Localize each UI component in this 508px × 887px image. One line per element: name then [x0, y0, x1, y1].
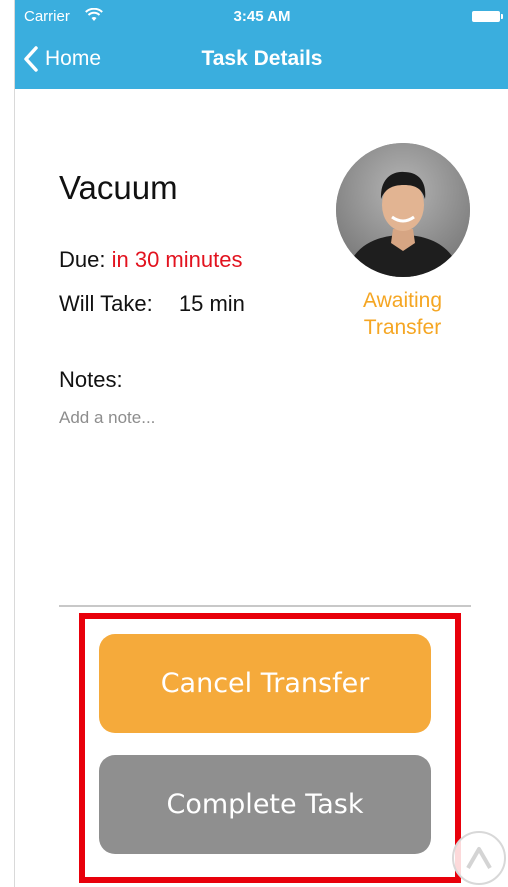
scroll-up-button[interactable]	[452, 831, 506, 885]
transfer-status-line: Awaiting	[363, 289, 442, 312]
complete-task-button[interactable]: Complete Task	[99, 755, 431, 854]
page-title: Task Details	[201, 47, 323, 70]
notes-input[interactable]	[59, 405, 439, 431]
duration-value: 15 min	[178, 291, 245, 316]
transfer-status: Awaiting Transfer	[345, 287, 460, 341]
app-screen: Carrier 3:45 AM Home Task Details Vacuum…	[14, 0, 508, 887]
due-value: in 30 minutes	[111, 247, 243, 272]
avatar-photo	[336, 143, 470, 277]
transfer-status-line: Transfer	[363, 316, 442, 339]
due-label: Due:	[59, 247, 106, 272]
duration-row: Will Take: 15 min	[59, 291, 245, 317]
nav-bar: Home Task Details	[15, 34, 508, 89]
due-row: Due: in 30 minutes	[59, 247, 242, 273]
status-bar: Carrier 3:45 AM	[15, 0, 508, 34]
battery-icon	[472, 11, 503, 22]
cancel-transfer-button[interactable]: Cancel Transfer	[99, 634, 431, 733]
header: Carrier 3:45 AM Home Task Details	[15, 0, 508, 89]
avatar	[336, 143, 470, 277]
duration-label: Will Take:	[59, 291, 153, 316]
task-title: Vacuum	[59, 169, 178, 206]
divider	[59, 605, 471, 607]
caret-up-icon	[466, 847, 492, 870]
clock: 3:45 AM	[233, 8, 291, 25]
notes-label: Notes:	[59, 367, 123, 392]
